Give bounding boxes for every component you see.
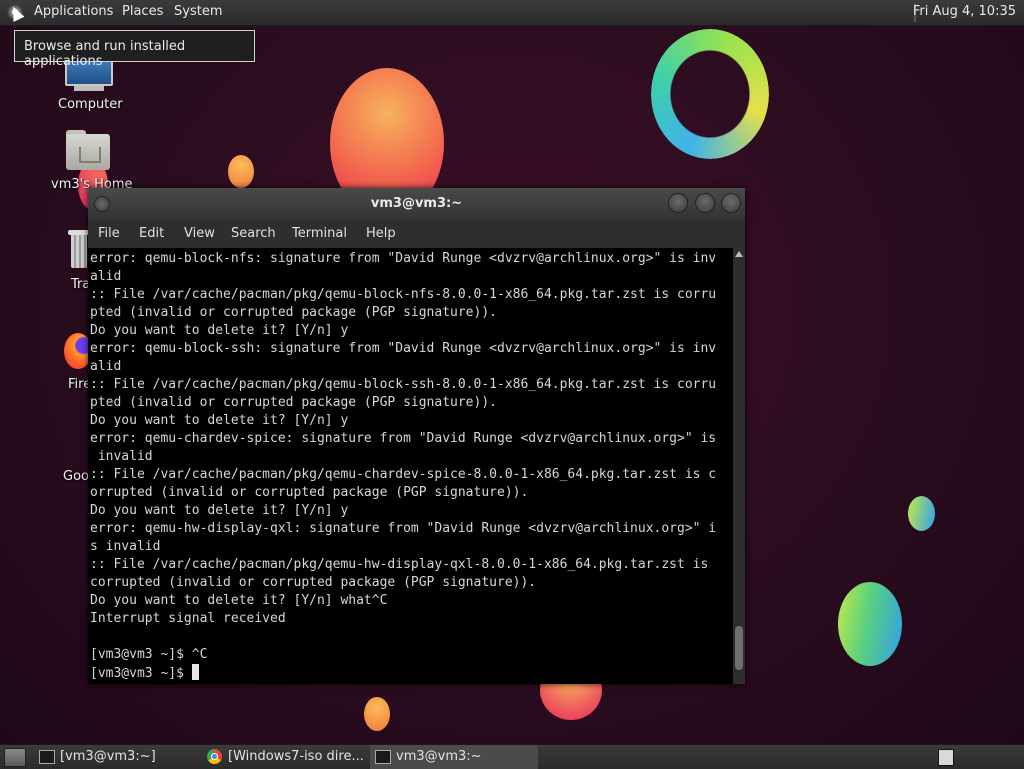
terminal-line: pted (invalid or corrupted package (PGP … xyxy=(90,305,497,320)
terminal-line: [vm3@vm3 ~]$ ^C xyxy=(90,647,208,662)
desktop-icon-trash[interactable]: Tra xyxy=(68,230,90,292)
scrollbar-thumb[interactable] xyxy=(735,626,743,670)
maximize-button[interactable] xyxy=(695,193,715,213)
terminal-line: :: File /var/cache/pacman/pkg/qemu-block… xyxy=(90,377,717,392)
terminal-line: :: File /var/cache/pacman/pkg/qemu-chard… xyxy=(90,467,717,482)
desktop-icon-home[interactable]: vm3's Home xyxy=(51,130,133,192)
terminal-line: s invalid xyxy=(90,539,161,554)
taskbar-task[interactable]: [Windows7-iso dire... xyxy=(202,745,368,769)
terminal-line: alid xyxy=(90,359,122,374)
terminal-line: orrupted (invalid or corrupted package (… xyxy=(90,485,529,500)
terminal-line: :: File /var/cache/pacman/pkg/qemu-hw-di… xyxy=(90,557,709,572)
close-button[interactable] xyxy=(721,193,741,213)
shell-prompt: [vm3@vm3 ~]$ xyxy=(90,666,192,681)
terminal-output[interactable]: error: qemu-block-nfs: signature from "D… xyxy=(88,248,733,684)
terminal-icon xyxy=(375,750,391,764)
terminal-line: Do you want to delete it? [Y/n] y xyxy=(90,323,349,338)
terminal-scrollbar[interactable] xyxy=(733,248,745,684)
taskbar-task-active[interactable]: vm3@vm3:~ xyxy=(370,745,538,769)
bottom-panel: [vm3@vm3:~] [Windows7-iso dire... vm3@vm… xyxy=(0,744,1024,769)
clock[interactable]: Fri Aug 4, 10:35 xyxy=(913,4,1016,19)
scroll-up-arrow-icon[interactable] xyxy=(735,251,743,257)
taskbar-task-label: [vm3@vm3:~] xyxy=(60,749,156,764)
menu-edit[interactable]: Edit xyxy=(139,226,164,241)
terminal-window: vm3@vm3:~ File Edit View Search Terminal… xyxy=(88,188,745,684)
top-panel: Applications Places System Fri Aug 4, 10… xyxy=(0,0,1024,26)
wallpaper-green-egg xyxy=(838,582,902,666)
places-menu[interactable]: Places xyxy=(122,4,163,19)
terminal-line: error: qemu-hw-display-qxl: signature fr… xyxy=(90,521,717,536)
system-menu[interactable]: System xyxy=(174,4,222,19)
home-folder-icon xyxy=(66,134,110,170)
desktop-icon-label: Computer xyxy=(58,97,123,112)
minimize-button[interactable] xyxy=(668,193,688,213)
terminal-line: invalid xyxy=(90,449,153,464)
terminal-line: Do you want to delete it? [Y/n] what^C xyxy=(90,593,388,608)
menu-file[interactable]: File xyxy=(98,226,120,241)
menu-view[interactable]: View xyxy=(184,226,215,241)
wallpaper-ring xyxy=(651,29,769,159)
menu-help[interactable]: Help xyxy=(366,226,396,241)
terminal-titlebar[interactable]: vm3@vm3:~ xyxy=(88,188,745,220)
terminal-line: alid xyxy=(90,269,122,284)
text-cursor xyxy=(191,664,199,680)
menu-terminal[interactable]: Terminal xyxy=(292,226,347,241)
terminal-line: Do you want to delete it? [Y/n] y xyxy=(90,413,349,428)
trash-icon xyxy=(71,234,87,268)
chrome-icon xyxy=(207,749,222,764)
taskbar-task-label: [Windows7-iso dire... xyxy=(228,749,364,764)
terminal-line: error: qemu-block-nfs: signature from "D… xyxy=(90,251,717,266)
taskbar-task[interactable]: [vm3@vm3:~] xyxy=(34,745,198,769)
wallpaper-small-green-egg xyxy=(908,496,935,531)
terminal-menubar: File Edit View Search Terminal Help xyxy=(88,220,745,248)
wallpaper-small-orange-blob xyxy=(228,155,254,188)
taskbar-task-label: vm3@vm3:~ xyxy=(396,749,482,764)
menu-search[interactable]: Search xyxy=(231,226,276,241)
workspace-switcher[interactable] xyxy=(938,749,954,766)
wallpaper-small-orange-blob xyxy=(364,697,390,731)
terminal-line: error: qemu-chardev-spice: signature fro… xyxy=(90,431,717,446)
terminal-line: pted (invalid or corrupted package (PGP … xyxy=(90,395,497,410)
terminal-line: Interrupt signal received xyxy=(90,611,286,626)
terminal-line: :: File /var/cache/pacman/pkg/qemu-block… xyxy=(90,287,717,302)
desktop-icon-label: Goo xyxy=(63,469,89,484)
applications-menu[interactable]: Applications xyxy=(34,4,113,19)
applications-tooltip: Browse and run installed applications xyxy=(14,30,255,69)
terminal-line: Do you want to delete it? [Y/n] y xyxy=(90,503,349,518)
terminal-icon xyxy=(39,750,55,764)
window-title: vm3@vm3:~ xyxy=(370,196,463,211)
show-desktop-button[interactable] xyxy=(4,748,26,767)
terminal-line: corrupted (invalid or corrupted package … xyxy=(90,575,537,590)
terminal-line: error: qemu-block-ssh: signature from "D… xyxy=(90,341,717,356)
